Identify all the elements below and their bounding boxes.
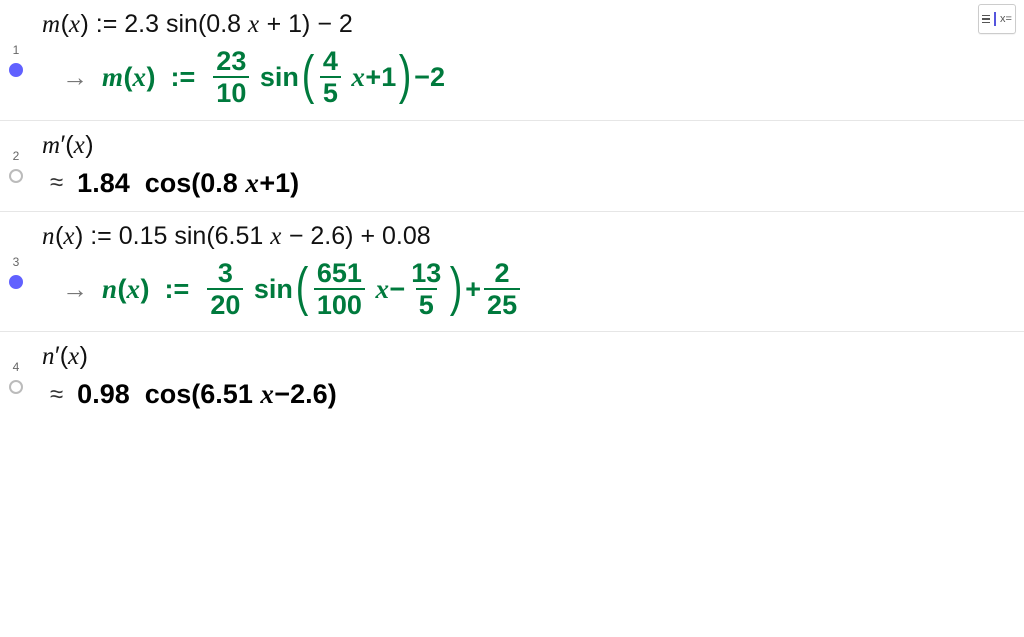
cell-input[interactable]: m′(x) [42,131,1014,160]
approx-icon: ≈ [42,381,63,409]
cas-cell[interactable]: 4 n′(x) ≈ 0.98 cos(6.51 x − 2.6) [0,332,1024,422]
visibility-dot-icon[interactable] [9,63,23,77]
cell-gutter: 4 [0,332,32,422]
cas-cell[interactable]: 2 m′(x) ≈ 1.84 cos(0.8 x + 1) [0,121,1024,212]
result-arrow-icon: → [42,62,88,93]
cell-output: ≈ 1.84 cos(0.8 x + 1) [42,168,1014,199]
result-arrow-icon: → [42,274,88,305]
visibility-dot-icon[interactable] [9,275,23,289]
cell-input[interactable]: m(x) := 2.3 sin(0.8 x + 1) − 2 [42,10,1014,39]
cas-cell[interactable]: 1 m(x) := 2.3 sin(0.8 x + 1) − 2 → m(x) … [0,0,1024,121]
cas-cell[interactable]: 3 n(x) := 0.15 sin(6.51 x − 2.6) + 0.08 … [0,212,1024,333]
row-number: 1 [13,43,20,57]
cell-gutter: 2 [0,121,32,211]
cell-gutter: 1 [0,0,32,120]
row-number: 2 [13,149,20,163]
cell-input[interactable]: n′(x) [42,342,1014,371]
cas-cell-list: 1 m(x) := 2.3 sin(0.8 x + 1) − 2 → m(x) … [0,0,1024,422]
cell-output: → m(x) := 2310 sin(45 x + 1) − 2 [42,47,1014,108]
row-number: 4 [13,360,20,374]
cell-input[interactable]: n(x) := 0.15 sin(6.51 x − 2.6) + 0.08 [42,222,1014,251]
row-number: 3 [13,255,20,269]
visibility-dot-icon[interactable] [9,169,23,183]
cell-gutter: 3 [0,212,32,332]
approx-icon: ≈ [42,169,63,197]
cell-output: → n(x) := 320 sin(651100 x − 135) + 225 [42,259,1014,320]
cell-output: ≈ 0.98 cos(6.51 x − 2.6) [42,379,1014,410]
visibility-dot-icon[interactable] [9,380,23,394]
